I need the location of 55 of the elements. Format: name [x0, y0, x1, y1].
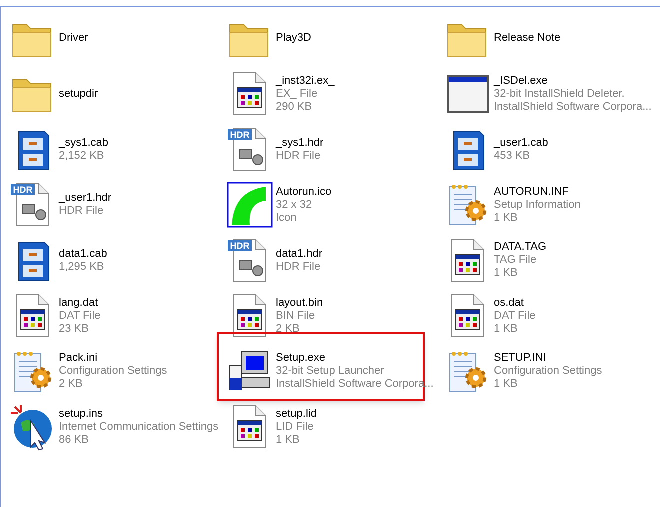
file-detail: 32-bit Setup Launcher — [276, 365, 386, 378]
file-name[interactable]: data1.cab — [59, 248, 108, 261]
file-detail: 32-bit InstallShield Deleter. — [494, 88, 626, 101]
file-detail: InstallShield Software Corpora... — [494, 100, 652, 114]
file-detail: 1 KB — [494, 378, 519, 392]
file-name[interactable]: data1.hdr — [276, 248, 322, 261]
file-name[interactable]: Setup.exe — [276, 352, 434, 366]
file-name[interactable]: Driver — [59, 32, 88, 46]
file-detail: LID File — [276, 420, 315, 434]
file-name[interactable]: _sys1.hdr — [276, 136, 324, 150]
file-name[interactable]: Release Note — [494, 32, 561, 46]
file-detail: 23 KB — [59, 322, 90, 336]
file-name[interactable]: DATA.TAG — [494, 241, 547, 254]
file-detail: DAT File — [494, 310, 536, 323]
file-name[interactable]: SETUP.INI — [494, 352, 602, 366]
file-detail: TAG File — [494, 254, 538, 268]
file-detail: DAT File — [59, 310, 101, 323]
file-detail: 1 KB — [276, 434, 301, 447]
file-name[interactable]: Play3D — [276, 32, 312, 46]
file-detail: HDR File — [276, 260, 322, 274]
file-detail: 2 KB — [276, 322, 301, 336]
file-name[interactable]: Autorun.ico — [276, 186, 332, 199]
file-detail: 2,152 KB — [59, 150, 106, 163]
file-detail: Internet Communication Settings — [59, 420, 219, 434]
image-icon — [226, 181, 274, 230]
file-detail: 1 KB — [494, 322, 519, 336]
file-detail: 1 KB — [494, 212, 519, 225]
file-name[interactable]: _sys1.cab — [59, 136, 109, 150]
file-name[interactable]: _user1.hdr — [59, 192, 112, 206]
file-detail: Configuration Settings — [494, 365, 602, 378]
file-name[interactable]: _inst32i.ex_ — [276, 74, 335, 88]
file-detail: 453 KB — [494, 150, 532, 163]
file-detail: Setup Information — [494, 198, 581, 212]
file-name[interactable]: _user1.cab — [494, 136, 548, 150]
file-detail: EX_ File — [276, 88, 319, 101]
file-detail: BIN File — [276, 310, 316, 323]
file-detail: HDR File — [276, 150, 322, 163]
file-detail: 2 KB — [59, 378, 84, 392]
file-detail: 1,295 KB — [59, 260, 106, 274]
file-name[interactable]: layout.bin — [276, 296, 324, 310]
file-detail: 32 x 32 — [276, 198, 314, 212]
file-name[interactable]: os.dat — [494, 296, 536, 310]
file-name[interactable]: setupdir — [59, 88, 98, 101]
file-detail: Icon — [276, 212, 298, 225]
file-name[interactable]: lang.dat — [59, 296, 101, 310]
file-detail: Configuration Settings — [59, 365, 168, 378]
file-name[interactable]: setup.lid — [276, 408, 317, 421]
file-name[interactable]: AUTORUN.INF — [494, 186, 581, 199]
file-detail: 1 KB — [494, 267, 519, 280]
file-name[interactable]: setup.ins — [59, 408, 219, 421]
file-detail: HDR File — [59, 205, 105, 218]
file-name[interactable]: _ISDel.exe — [494, 74, 652, 88]
file-name[interactable]: Pack.ini — [59, 352, 168, 366]
file-detail: 290 KB — [276, 100, 314, 114]
file-detail: 86 KB — [59, 434, 90, 447]
